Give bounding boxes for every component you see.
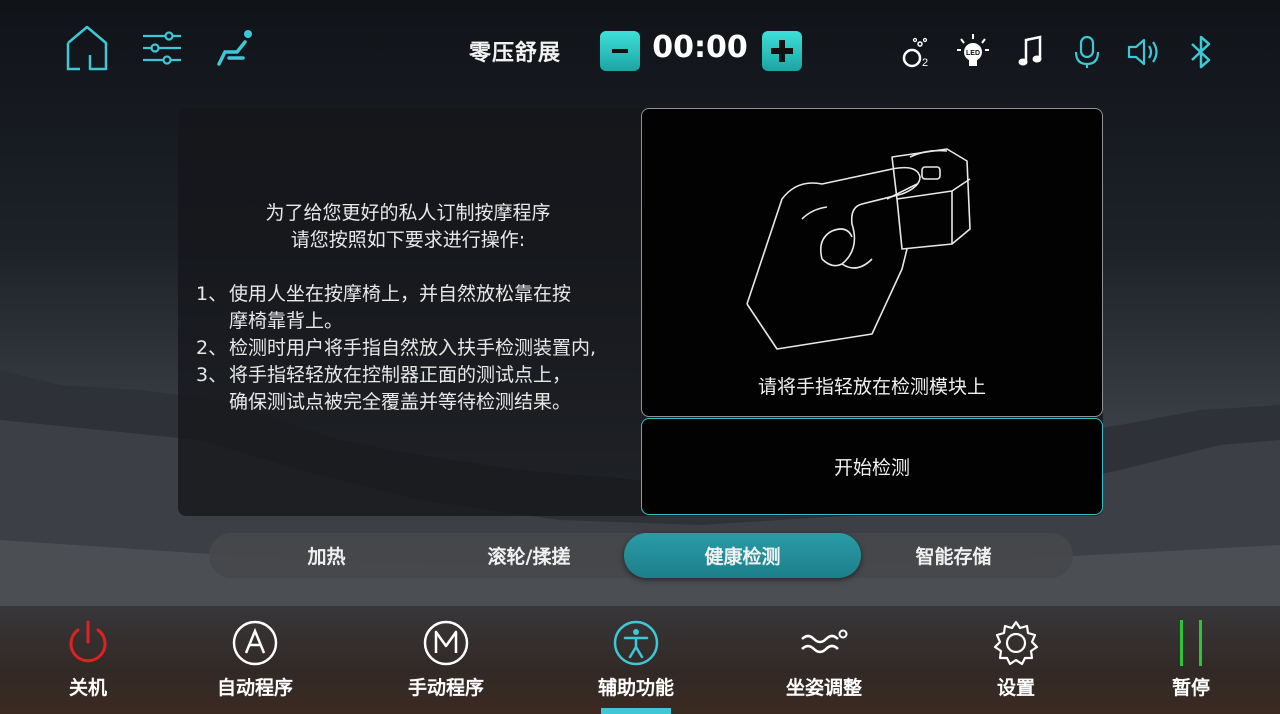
sliders-icon[interactable] [137, 20, 187, 76]
nav-settings[interactable]: 设置 [946, 606, 1086, 714]
bottom-navigation: 关机 自动程序 手动程序 辅助功能 坐姿调整 设置 暂停 [0, 606, 1280, 714]
tab-smart-storage[interactable]: 智能存储 [861, 533, 1046, 578]
intro-line-1: 为了给您更好的私人订制按摩程序 [265, 202, 551, 224]
tab-heating[interactable]: 加热 [219, 533, 434, 578]
led-icon[interactable]: LED [953, 30, 993, 74]
function-subtabs: 加热 滚轮/揉搓 健康检测 智能存储 [209, 533, 1073, 578]
accessibility-icon [611, 618, 661, 668]
active-nav-indicator [601, 708, 671, 714]
chair-massage-icon[interactable] [208, 20, 258, 76]
svg-text:2: 2 [922, 57, 928, 69]
oxygen-icon[interactable]: 2 [896, 30, 936, 74]
intro-line-2: 请您按照如下要求进行操作: [290, 229, 526, 251]
nav-pause[interactable]: 暂停 [1121, 606, 1261, 714]
finger-sensor-caption: 请将手指轻放在检测模块上 [757, 376, 986, 398]
timer-decrease-button[interactable] [600, 31, 640, 71]
nav-auto-program[interactable]: 自动程序 [185, 606, 325, 714]
start-detection-button[interactable]: 开始检测 [641, 418, 1103, 515]
instruction-steps: 1、 使用人坐在按摩椅上，并自然放松靠在按 摩椅靠背上。 2、 检测时用户将手指… [196, 281, 646, 416]
nav-posture-adjust[interactable]: 坐姿调整 [754, 606, 894, 714]
posture-wave-icon [799, 618, 849, 668]
home-icon[interactable] [62, 20, 112, 76]
music-icon[interactable] [1011, 30, 1051, 74]
power-icon [63, 618, 113, 668]
timer-increase-button[interactable] [762, 31, 802, 71]
step-3: 3、 将手指轻轻放在控制器正面的测试点上， [196, 364, 572, 386]
tab-health-check[interactable]: 健康检测 [624, 533, 861, 578]
step-1: 1、 使用人坐在按摩椅上，并自然放松靠在按 [196, 283, 572, 305]
step-2: 2、 检测时用户将手指自然放入扶手检测装置内, [196, 337, 597, 359]
bluetooth-icon[interactable] [1181, 30, 1221, 74]
nav-assist-function[interactable]: 辅助功能 [566, 606, 706, 714]
step-3-continued: 确保测试点被完全覆盖并等待检测结果。 [229, 391, 572, 413]
minus-icon [612, 49, 628, 53]
svg-text:LED: LED [966, 50, 980, 57]
finger-sensor-illustration [746, 148, 971, 350]
step-1-continued: 摩椅靠背上。 [229, 310, 344, 332]
finger-sensor-illustration-card: 请将手指轻放在检测模块上 [641, 108, 1103, 417]
nav-power[interactable]: 关机 [18, 606, 158, 714]
mode-title: 零压舒展 [468, 41, 561, 66]
timer-display: 00:00 [652, 30, 748, 65]
nav-manual-program[interactable]: 手动程序 [376, 606, 516, 714]
instruction-intro: 为了给您更好的私人订制按摩程序 请您按照如下要求进行操作: [178, 200, 638, 254]
pause-icon [1166, 618, 1216, 668]
auto-a-icon [230, 618, 280, 668]
manual-m-icon [421, 618, 471, 668]
plus-icon [771, 40, 793, 62]
microphone-icon[interactable] [1067, 30, 1107, 74]
top-bar: 零压舒展 00:00 2 LED [0, 0, 1280, 105]
speaker-icon[interactable] [1124, 30, 1164, 74]
tab-roller-kneading[interactable]: 滚轮/揉搓 [424, 533, 634, 578]
gear-icon [991, 618, 1041, 668]
